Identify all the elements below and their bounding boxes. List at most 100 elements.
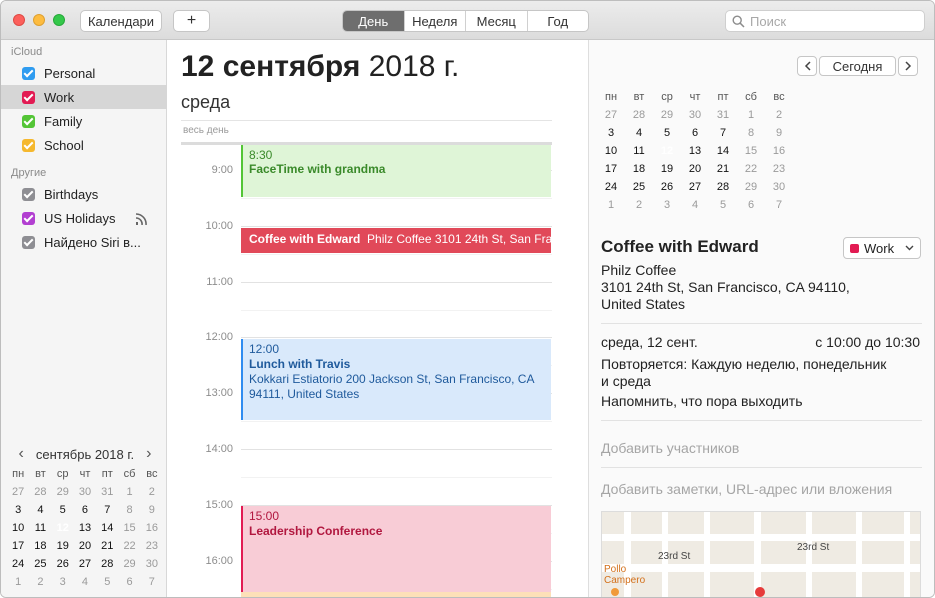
- calendar-day[interactable]: 3: [597, 124, 625, 142]
- today-button[interactable]: Сегодня: [819, 56, 896, 76]
- close-window-button[interactable]: [13, 14, 25, 26]
- tab-week[interactable]: Неделя: [405, 11, 466, 31]
- calendar-day[interactable]: 21: [96, 537, 118, 555]
- calendar-day[interactable]: 8: [737, 124, 765, 142]
- calendar-day[interactable]: 3: [653, 196, 681, 214]
- calendar-day[interactable]: 11: [29, 519, 51, 537]
- location-map[interactable]: 23rd St 23rd St Pollo Campero: [601, 511, 921, 597]
- calendar-day[interactable]: 24: [7, 555, 29, 573]
- calendar-day[interactable]: 29: [653, 106, 681, 124]
- calendar-day[interactable]: 19: [52, 537, 74, 555]
- event-leadership-conference[interactable]: 15:00 Leadership Conference: [241, 506, 551, 597]
- calendar-day[interactable]: 22: [118, 537, 140, 555]
- prev-day-button[interactable]: [797, 56, 817, 76]
- calendar-day[interactable]: 6: [737, 196, 765, 214]
- calendar-day[interactable]: 23: [765, 160, 793, 178]
- calendar-day[interactable]: 11: [625, 142, 653, 160]
- checkbox-icon[interactable]: [22, 187, 35, 201]
- calendar-day[interactable]: 19: [653, 160, 681, 178]
- calendar-day[interactable]: 20: [74, 537, 96, 555]
- calendar-day[interactable]: 26: [653, 178, 681, 196]
- calendar-day[interactable]: 31: [709, 106, 737, 124]
- checkbox-icon[interactable]: [22, 138, 35, 152]
- add-invitees-field[interactable]: Добавить участников: [601, 440, 739, 456]
- calendar-day[interactable]: 7: [765, 196, 793, 214]
- calendar-day[interactable]: 13: [681, 142, 709, 160]
- calendar-day[interactable]: 12: [653, 142, 681, 160]
- calendar-day[interactable]: 3: [52, 573, 74, 591]
- sidebar-item-найдено-siri-в[interactable]: Найдено Siri в...: [1, 230, 167, 254]
- calendar-day[interactable]: 21: [709, 160, 737, 178]
- calendar-day[interactable]: 18: [29, 537, 51, 555]
- calendar-day[interactable]: 30: [141, 555, 163, 573]
- tab-day[interactable]: День: [343, 11, 405, 31]
- calendar-day[interactable]: 28: [96, 555, 118, 573]
- sidebar-item-birthdays[interactable]: Birthdays: [1, 182, 167, 206]
- calendar-day[interactable]: 7: [141, 573, 163, 591]
- calendar-day[interactable]: 1: [737, 106, 765, 124]
- calendar-day[interactable]: 14: [709, 142, 737, 160]
- add-event-button[interactable]: +: [173, 10, 210, 32]
- calendar-day[interactable]: 1: [118, 483, 140, 501]
- calendar-day[interactable]: 7: [96, 501, 118, 519]
- calendar-day[interactable]: 2: [29, 573, 51, 591]
- calendar-day[interactable]: 6: [74, 501, 96, 519]
- prev-month-button[interactable]: ‹: [19, 445, 24, 463]
- reminder[interactable]: Напомнить, что пора выходить: [601, 393, 803, 409]
- sidebar-item-family[interactable]: Family: [1, 109, 167, 133]
- calendar-day[interactable]: 27: [597, 106, 625, 124]
- calendar-day[interactable]: 10: [597, 142, 625, 160]
- calendar-day[interactable]: 18: [625, 160, 653, 178]
- search-field[interactable]: Поиск: [725, 10, 925, 32]
- calendar-day[interactable]: 22: [737, 160, 765, 178]
- calendar-day[interactable]: 20: [681, 160, 709, 178]
- calendar-day[interactable]: 4: [625, 124, 653, 142]
- calendar-day[interactable]: 6: [681, 124, 709, 142]
- calendar-day[interactable]: 15: [118, 519, 140, 537]
- calendar-day[interactable]: 5: [52, 501, 74, 519]
- calendar-day[interactable]: 27: [681, 178, 709, 196]
- calendar-day[interactable]: 7: [709, 124, 737, 142]
- calendar-day[interactable]: 27: [7, 483, 29, 501]
- calendar-picker[interactable]: Work: [843, 237, 921, 259]
- calendar-day[interactable]: 15: [737, 142, 765, 160]
- calendar-day[interactable]: 8: [118, 501, 140, 519]
- next-day-button[interactable]: [898, 56, 918, 76]
- calendars-button[interactable]: Календари: [80, 10, 162, 32]
- calendar-day[interactable]: 10: [7, 519, 29, 537]
- calendar-day[interactable]: 25: [29, 555, 51, 573]
- zoom-window-button[interactable]: [53, 14, 65, 26]
- calendar-day[interactable]: 12: [52, 519, 74, 537]
- calendar-day[interactable]: 16: [141, 519, 163, 537]
- calendar-day[interactable]: 2: [625, 196, 653, 214]
- calendar-day[interactable]: 6: [118, 573, 140, 591]
- calendar-day[interactable]: 30: [74, 483, 96, 501]
- calendar-day[interactable]: 5: [653, 124, 681, 142]
- calendar-day[interactable]: 29: [737, 178, 765, 196]
- calendar-day[interactable]: 31: [96, 483, 118, 501]
- calendar-day[interactable]: 28: [29, 483, 51, 501]
- add-notes-field[interactable]: Добавить заметки, URL-адрес или вложения: [601, 481, 892, 497]
- calendar-day[interactable]: 29: [52, 483, 74, 501]
- checkbox-icon[interactable]: [22, 114, 35, 128]
- calendar-day[interactable]: 26: [52, 555, 74, 573]
- calendar-day[interactable]: 28: [625, 106, 653, 124]
- tab-year[interactable]: Год: [528, 11, 589, 31]
- calendar-day[interactable]: 1: [7, 573, 29, 591]
- calendar-day[interactable]: 17: [7, 537, 29, 555]
- calendar-day[interactable]: 14: [96, 519, 118, 537]
- event-facetime-grandma[interactable]: 8:30 FaceTime with grandma: [241, 145, 551, 197]
- calendar-day[interactable]: 27: [74, 555, 96, 573]
- calendar-day[interactable]: 3: [7, 501, 29, 519]
- calendar-day[interactable]: 24: [597, 178, 625, 196]
- minimize-window-button[interactable]: [33, 14, 45, 26]
- calendar-day[interactable]: 25: [625, 178, 653, 196]
- calendar-day[interactable]: 28: [709, 178, 737, 196]
- sidebar-item-personal[interactable]: Personal: [1, 61, 167, 85]
- sidebar-item-school[interactable]: School: [1, 133, 167, 157]
- checkbox-icon[interactable]: [22, 211, 35, 225]
- calendar-day[interactable]: 17: [597, 160, 625, 178]
- calendar-day[interactable]: 4: [74, 573, 96, 591]
- calendar-day[interactable]: 13: [74, 519, 96, 537]
- checkbox-icon[interactable]: [22, 90, 35, 104]
